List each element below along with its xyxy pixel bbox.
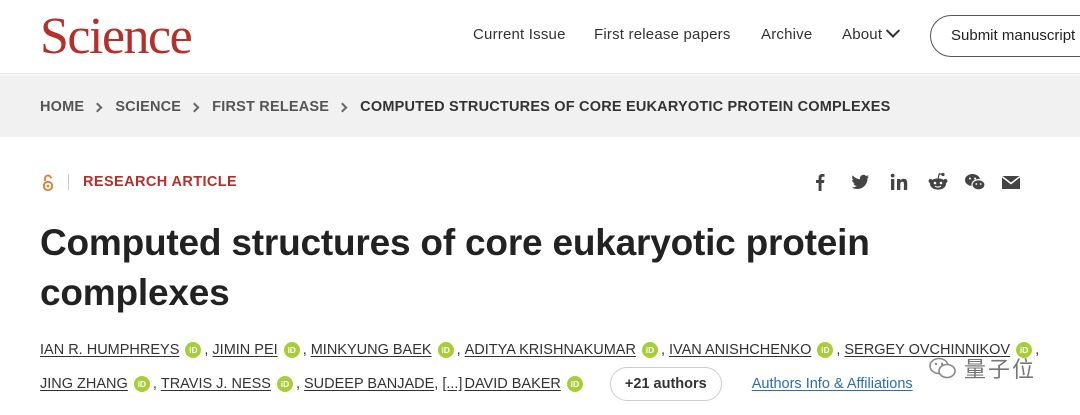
nav-about[interactable]: About bbox=[842, 23, 901, 43]
type-divider bbox=[68, 174, 69, 190]
nav-about-label: About bbox=[842, 26, 883, 43]
orcid-icon[interactable]: iD bbox=[283, 342, 300, 358]
authors-info-affiliations-link[interactable]: Authors Info & Affiliations bbox=[752, 376, 913, 392]
breadcrumb-bar: HOME SCIENCE FIRST RELEASE COMPUTED STRU… bbox=[0, 75, 1080, 137]
breadcrumb-home[interactable]: HOME bbox=[40, 99, 84, 115]
watermark: 量子位 bbox=[928, 352, 1036, 384]
author-link[interactable]: DAVID BAKER bbox=[464, 376, 560, 392]
author-link[interactable]: ADITYA KRISHNAKUMAR bbox=[465, 342, 636, 358]
article-title: Computed structures of core eukaryotic p… bbox=[40, 222, 870, 313]
email-icon[interactable] bbox=[999, 170, 1023, 194]
site-header: Science Current Issue First release pape… bbox=[0, 0, 1080, 74]
chevron-right-icon bbox=[337, 102, 348, 112]
author-link[interactable]: JING ZHANG bbox=[40, 376, 128, 392]
breadcrumb-current: COMPUTED STRUCTURES OF CORE EUKARYOTIC P… bbox=[360, 99, 891, 115]
ellipsis-link[interactable]: [...] bbox=[442, 376, 462, 392]
wechat-watermark-icon bbox=[929, 357, 956, 379]
author-link[interactable]: IVAN ANISHCHENKO bbox=[669, 342, 811, 358]
orcid-icon[interactable]: iD bbox=[185, 342, 202, 358]
nav-current-issue[interactable]: Current Issue bbox=[473, 26, 566, 43]
author-link[interactable]: SUDEEP BANJADE bbox=[304, 376, 434, 392]
orcid-icon[interactable]: iD bbox=[566, 376, 583, 392]
orcid-icon[interactable]: iD bbox=[817, 342, 834, 358]
orcid-icon[interactable]: iD bbox=[133, 376, 150, 392]
nav-archive[interactable]: Archive bbox=[761, 26, 812, 43]
open-access-icon bbox=[41, 174, 55, 192]
author-link[interactable]: TRAVIS J. NESS bbox=[161, 376, 271, 392]
chevron-right-icon bbox=[189, 102, 200, 112]
chevron-down-icon bbox=[886, 23, 901, 38]
reddit-icon[interactable] bbox=[926, 170, 950, 194]
wechat-icon[interactable] bbox=[963, 170, 987, 194]
authors-line-1: IAN R. HUMPHREYS iD, JIMIN PEI iD, MINKY… bbox=[40, 342, 1040, 358]
author-link[interactable]: MINKYUNG BAEK bbox=[311, 342, 432, 358]
watermark-text: 量子位 bbox=[964, 357, 1037, 382]
facebook-icon[interactable] bbox=[808, 170, 832, 194]
breadcrumb: HOME SCIENCE FIRST RELEASE COMPUTED STRU… bbox=[40, 99, 890, 115]
article-type-label: RESEARCH ARTICLE bbox=[83, 174, 238, 190]
author-link[interactable]: JIMIN PEI bbox=[212, 342, 277, 358]
orcid-icon[interactable]: iD bbox=[641, 342, 658, 358]
twitter-icon[interactable] bbox=[848, 170, 872, 194]
science-logo[interactable]: Science bbox=[40, 6, 193, 68]
author-link[interactable]: IAN R. HUMPHREYS bbox=[40, 342, 179, 358]
nav-first-release-papers[interactable]: First release papers bbox=[594, 26, 731, 43]
submit-manuscript-button[interactable]: Submit manuscript bbox=[930, 15, 1080, 57]
chevron-right-icon bbox=[92, 102, 103, 112]
linkedin-icon[interactable] bbox=[887, 170, 911, 194]
breadcrumb-science[interactable]: SCIENCE bbox=[115, 99, 181, 115]
authors-line-2: JING ZHANG iD, TRAVIS J. NESS iD, SUDEEP… bbox=[40, 367, 913, 401]
breadcrumb-first-release[interactable]: FIRST RELEASE bbox=[212, 99, 329, 115]
orcid-icon[interactable]: iD bbox=[276, 376, 293, 392]
orcid-icon[interactable]: iD bbox=[437, 342, 454, 358]
more-authors-button[interactable]: +21 authors bbox=[609, 367, 722, 401]
